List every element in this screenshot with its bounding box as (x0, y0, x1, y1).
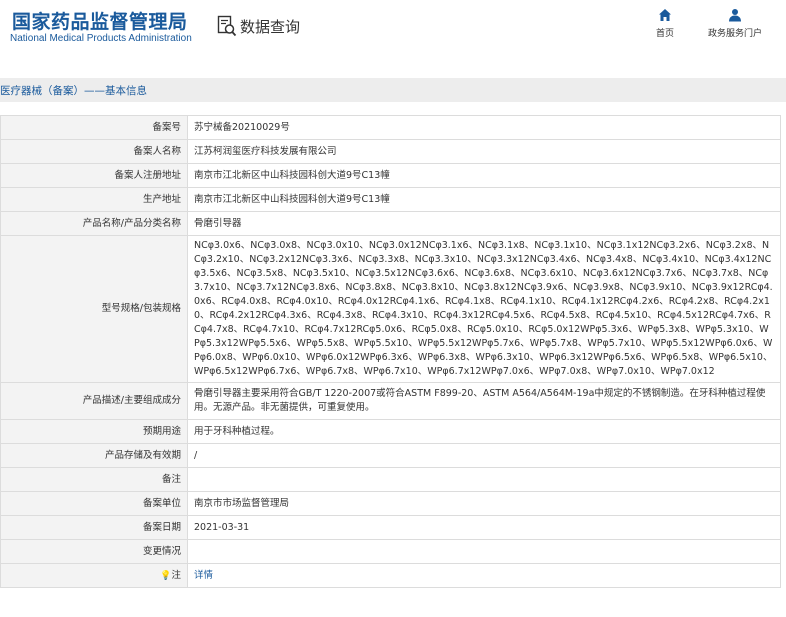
table-row: 备案单位 南京市市场监督管理局 (0, 491, 781, 516)
details-link[interactable]: 详情 (194, 570, 213, 581)
field-label: 产品描述/主要组成成分 (0, 382, 188, 420)
document-search-icon (217, 15, 237, 37)
field-label: 生产地址 (0, 187, 188, 212)
site-logo-title[interactable]: 国家药品监督管理局 (12, 7, 188, 34)
table-row: 生产地址 南京市江北新区中山科技园科创大道9号C13幢 (0, 187, 781, 212)
home-icon (659, 9, 671, 21)
intended-use-value: 用于牙科种植过程。 (187, 419, 781, 444)
breadcrumb: 医疗器械（备案）——基本信息 (0, 85, 147, 97)
field-label: 备案人名称 (0, 139, 188, 164)
note-value-cell: 详情 (187, 563, 781, 588)
filer-address-value: 南京市江北新区中山科技园科创大道9号C13幢 (187, 163, 781, 188)
table-row: 预期用途 用于牙科种植过程。 (0, 419, 781, 444)
table-row: 备案号 苏宁械备20210029号 (0, 115, 781, 140)
filing-date-value: 2021-03-31 (187, 515, 781, 540)
site-logo-subtitle: National Medical Products Administration (10, 33, 192, 44)
table-row: 型号规格/包装规格 NCφ3.0x6、NCφ3.0x8、NCφ3.0x10、NC… (0, 235, 781, 383)
field-label: 注 (171, 569, 181, 581)
device-info-table: 备案号 苏宁械备20210029号 备案人名称 江苏柯润玺医疗科技发展有限公司 … (0, 115, 781, 588)
table-row: 备注 (0, 467, 781, 492)
data-query-label: 数据查询 (240, 17, 301, 36)
filing-unit-value: 南京市市场监督管理局 (187, 491, 781, 516)
table-row: 产品名称/产品分类名称 骨磨引导器 (0, 211, 781, 236)
bulb-icon: 💡 (160, 570, 172, 581)
product-description-value: 骨磨引导器主要采用符合GB/T 1220-2007或符合ASTM F899-20… (187, 382, 781, 420)
nav-home-label: 首页 (655, 29, 674, 39)
breadcrumb-bar: 医疗器械（备案）——基本信息 (0, 78, 786, 102)
table-row: 备案人名称 江苏柯润玺医疗科技发展有限公司 (0, 139, 781, 164)
table-row: 备案日期 2021-03-31 (0, 515, 781, 540)
field-label: 备案号 (0, 115, 188, 140)
note-label-cell: 💡注 (0, 563, 188, 588)
field-label: 产品存储及有效期 (0, 443, 188, 468)
field-label: 备注 (0, 467, 188, 492)
filing-number-value: 苏宁械备20210029号 (187, 115, 781, 140)
change-status-value (187, 539, 781, 564)
field-label: 备案日期 (0, 515, 188, 540)
field-label: 变更情况 (0, 539, 188, 564)
field-label: 型号规格/包装规格 (0, 235, 188, 383)
field-label: 备案单位 (0, 491, 188, 516)
remarks-value (187, 467, 781, 492)
field-label: 预期用途 (0, 419, 188, 444)
table-row: 备案人注册地址 南京市江北新区中山科技园科创大道9号C13幢 (0, 163, 781, 188)
nav-service-portal-label: 政务服务门户 (707, 29, 762, 39)
model-spec-value: NCφ3.0x6、NCφ3.0x8、NCφ3.0x10、NCφ3.0x12NCφ… (187, 235, 781, 383)
table-row: 产品描述/主要组成成分 骨磨引导器主要采用符合GB/T 1220-2007或符合… (0, 382, 781, 420)
field-label: 产品名称/产品分类名称 (0, 211, 188, 236)
data-query-link[interactable]: 数据查询 (217, 13, 300, 39)
site-header: 国家药品监督管理局 National Medical Products Admi… (0, 0, 786, 62)
nav-home[interactable]: 首页 (632, 8, 698, 39)
table-row: 变更情况 (0, 539, 781, 564)
product-name-value: 骨磨引导器 (187, 211, 781, 236)
production-address-value: 南京市江北新区中山科技园科创大道9号C13幢 (187, 187, 781, 212)
field-label: 备案人注册地址 (0, 163, 188, 188)
table-row: 💡注 详情 (0, 563, 781, 588)
nav-service-portal[interactable]: 政务服务门户 (702, 8, 768, 39)
table-row: 产品存储及有效期 / (0, 443, 781, 468)
storage-validity-value: / (187, 443, 781, 468)
user-icon (729, 9, 741, 22)
filer-name-value: 江苏柯润玺医疗科技发展有限公司 (187, 139, 781, 164)
